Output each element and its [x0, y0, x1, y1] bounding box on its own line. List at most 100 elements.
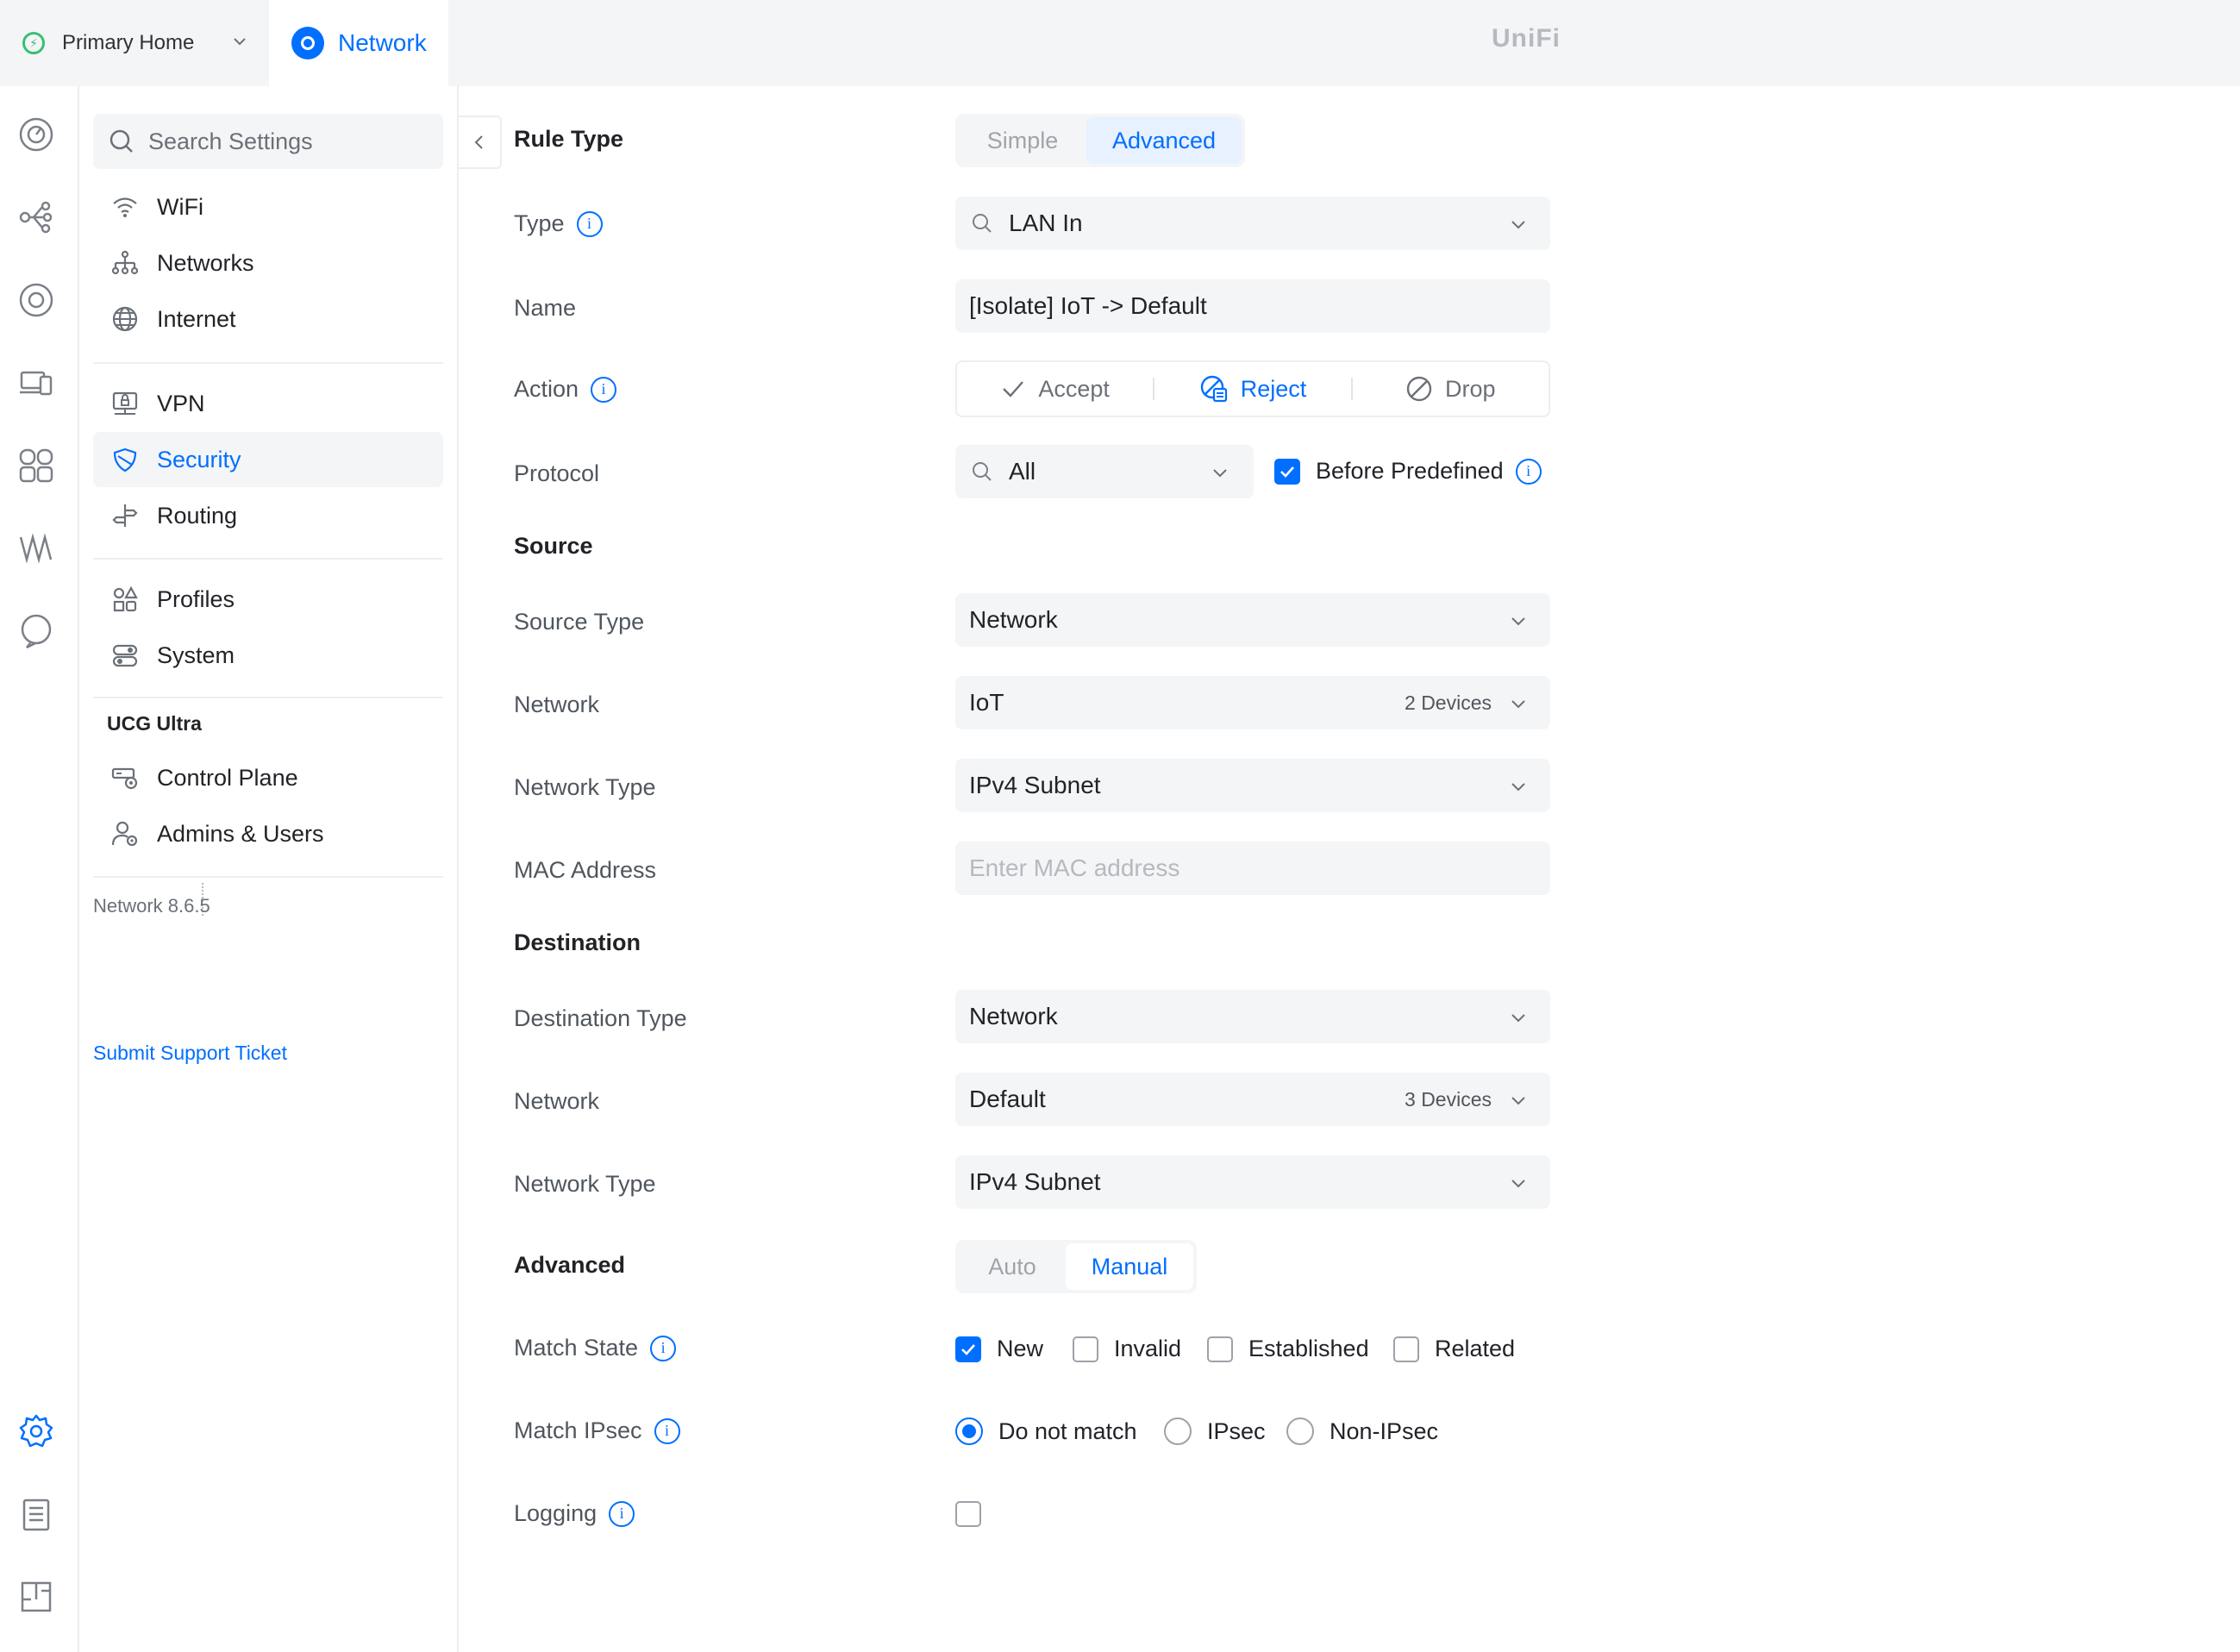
insights-icon[interactable]: [17, 529, 55, 567]
search-icon: [973, 214, 992, 233]
protocol-select[interactable]: All: [955, 445, 1254, 498]
match-ipsec-label-text: Match IPsec: [514, 1417, 642, 1443]
ipsec-non-ipsec-label: Non-IPsec: [1330, 1417, 1439, 1444]
destination-network-label: Network: [514, 1088, 600, 1114]
rule-type-advanced-option[interactable]: Advanced: [1086, 117, 1242, 164]
ipsec-ipsec-label: IPsec: [1207, 1417, 1266, 1444]
chevron-down-icon: [1511, 783, 1525, 792]
action-label: Action i: [514, 376, 617, 403]
settings-icon[interactable]: [17, 1412, 55, 1450]
sidebar-item-security[interactable]: Security: [93, 432, 443, 487]
sidebar-item-wifi[interactable]: WiFi: [93, 179, 443, 235]
site-status-icon: ⚡: [22, 32, 45, 54]
alerts-icon[interactable]: [17, 612, 55, 650]
info-icon[interactable]: i: [1515, 458, 1542, 485]
top-bar: ⚡ Primary Home Network UniFi: [0, 0, 2240, 86]
action-reject-option[interactable]: Reject: [1154, 374, 1350, 404]
match-state-established-option[interactable]: Established: [1207, 1336, 1369, 1362]
sidebar-item-system[interactable]: System: [93, 628, 443, 683]
submit-support-ticket-link[interactable]: Submit Support Ticket: [93, 1042, 287, 1065]
match-state-new-checkbox[interactable]: [955, 1336, 981, 1362]
logging-label-text: Logging: [514, 1500, 598, 1526]
name-input[interactable]: [Isolate] IoT -> Default: [955, 279, 1550, 333]
site-selector[interactable]: ⚡ Primary Home: [0, 0, 269, 86]
ipsec-non-ipsec-radio[interactable]: [1286, 1417, 1314, 1445]
match-state-established-checkbox[interactable]: [1207, 1336, 1233, 1362]
match-state-invalid-label: Invalid: [1114, 1336, 1182, 1361]
mac-address-placeholder: Enter MAC address: [969, 854, 1180, 881]
ipsec-do-not-match-radio[interactable]: [955, 1417, 983, 1445]
action-drop-label: Drop: [1445, 375, 1496, 402]
ports-icon[interactable]: [17, 447, 55, 485]
clients-icon[interactable]: [17, 364, 55, 402]
info-icon[interactable]: i: [654, 1417, 680, 1444]
dashboard-icon[interactable]: [17, 116, 55, 153]
rule-type-toggle: Simple Advanced: [955, 114, 1245, 167]
device-heading: UCG Ultra: [107, 712, 202, 735]
shield-icon: [110, 445, 140, 474]
before-predefined-option[interactable]: Before Predefined i: [1274, 458, 1542, 485]
sidebar-item-label: Admins & Users: [157, 820, 324, 847]
devices-icon[interactable]: [17, 281, 55, 319]
source-heading: Source: [514, 533, 593, 559]
sidebar-item-admins-users[interactable]: Admins & Users: [93, 806, 443, 861]
ipsec-ipsec-radio[interactable]: [1164, 1417, 1192, 1445]
mac-address-label: MAC Address: [514, 857, 657, 883]
rule-type-simple-option[interactable]: Simple: [959, 117, 1086, 164]
logs-icon[interactable]: [17, 1495, 55, 1533]
sidebar-item-routing[interactable]: Routing: [93, 488, 443, 543]
sidebar-item-internet[interactable]: Internet: [93, 291, 443, 347]
globe-icon: [110, 304, 140, 334]
match-state-related-checkbox[interactable]: [1393, 1336, 1419, 1362]
chevron-down-icon: [1511, 221, 1525, 229]
destination-network-select[interactable]: Default 3 Devices: [955, 1073, 1550, 1126]
before-predefined-checkbox[interactable]: [1274, 458, 1300, 485]
sidebar-item-vpn[interactable]: VPN: [93, 376, 443, 431]
sidebar-item-control-plane[interactable]: Control Plane: [93, 750, 443, 805]
source-type-select[interactable]: Network: [955, 593, 1550, 647]
topology-icon[interactable]: [17, 198, 55, 236]
info-icon[interactable]: i: [576, 210, 603, 237]
match-state-established-label: Established: [1248, 1336, 1369, 1361]
advanced-auto-option[interactable]: Auto: [959, 1243, 1066, 1290]
search-box[interactable]: [93, 114, 443, 169]
vpn-icon: [110, 389, 140, 418]
info-icon[interactable]: i: [650, 1335, 677, 1361]
destination-network-type-select[interactable]: IPv4 Subnet: [955, 1155, 1550, 1209]
logging-option[interactable]: [955, 1501, 981, 1527]
source-network-select[interactable]: IoT 2 Devices: [955, 676, 1550, 729]
profiles-icon: [110, 585, 140, 614]
info-icon[interactable]: i: [609, 1500, 635, 1527]
sidebar-item-profiles[interactable]: Profiles: [93, 572, 443, 627]
search-input[interactable]: [148, 128, 424, 155]
app-version: Network 8.6.5: [93, 895, 210, 917]
logging-label: Logging i: [514, 1500, 635, 1527]
ipsec-do-not-match-option[interactable]: Do not match: [955, 1417, 1137, 1445]
type-select[interactable]: LAN In: [955, 197, 1550, 250]
ipsec-non-ipsec-option[interactable]: Non-IPsec: [1286, 1417, 1438, 1445]
match-state-label-text: Match State: [514, 1335, 639, 1361]
check-icon: [1003, 381, 1024, 397]
innerspace-icon[interactable]: [17, 1578, 55, 1616]
info-icon[interactable]: i: [591, 376, 617, 403]
sidebar-item-label: WiFi: [157, 193, 203, 220]
action-accept-option[interactable]: Accept: [957, 376, 1153, 403]
app-tab-network[interactable]: Network: [269, 0, 448, 86]
mac-address-input[interactable]: Enter MAC address: [955, 842, 1550, 895]
match-state-new-option[interactable]: New: [955, 1336, 1043, 1362]
sidebar-divider: [93, 362, 443, 364]
action-drop-option[interactable]: Drop: [1353, 375, 1549, 403]
ipsec-ipsec-option[interactable]: IPsec: [1164, 1417, 1266, 1445]
match-state-invalid-checkbox[interactable]: [1073, 1336, 1098, 1362]
match-state-invalid-option[interactable]: Invalid: [1073, 1336, 1181, 1362]
advanced-manual-option[interactable]: Manual: [1066, 1243, 1193, 1290]
collapse-sidebar-button[interactable]: [459, 116, 502, 169]
sidebar-item-networks[interactable]: Networks: [93, 235, 443, 291]
source-type-label: Source Type: [514, 609, 645, 635]
destination-type-select[interactable]: Network: [955, 990, 1550, 1043]
logging-checkbox[interactable]: [955, 1501, 981, 1527]
source-network-type-select[interactable]: IPv4 Subnet: [955, 759, 1550, 812]
match-state-related-option[interactable]: Related: [1393, 1336, 1515, 1362]
chevron-down-icon: [1511, 1097, 1525, 1105]
wifi-icon: [110, 192, 140, 222]
